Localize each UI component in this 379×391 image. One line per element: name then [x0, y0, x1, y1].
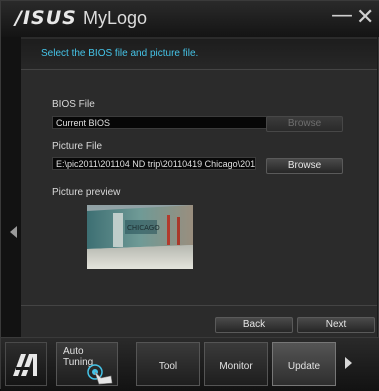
tool-tab-label: Tool [158, 361, 178, 372]
window-title: MyLogo [83, 8, 148, 28]
asus-logo: /ISUS [15, 7, 77, 29]
minimize-button[interactable]: — [331, 3, 353, 28]
left-arrow-icon[interactable] [10, 226, 17, 238]
ai-suite-logo-icon [13, 354, 37, 376]
monitor-tab-label: Monitor [219, 361, 253, 372]
update-tab-label: Update [287, 361, 321, 372]
close-button[interactable]: ✕ [356, 5, 374, 30]
bottom-nav-bar: Auto Tuning Tool Monitor Update [1, 337, 379, 391]
instruction-text: Select the BIOS file and picture file. [41, 48, 199, 59]
picture-preview-label: Picture preview [52, 187, 121, 198]
monitor-tab[interactable]: Monitor [204, 342, 268, 386]
picture-browse-button[interactable]: Browse [266, 158, 343, 174]
left-rail [1, 37, 21, 337]
touch-hand-icon [87, 364, 113, 385]
tool-tab[interactable]: Tool [136, 342, 200, 386]
preview-sign-text: CHICAGO [127, 224, 160, 232]
picture-file-field[interactable]: E:\pic2011\201104 ND trip\20110419 Chica… [52, 157, 256, 170]
mylogo-window: /ISUS MyLogo — ✕ Select the BIOS file an… [0, 0, 379, 391]
bios-file-label: BIOS File [52, 99, 95, 110]
picture-preview-image: CHICAGO [87, 205, 193, 269]
preview-photo: CHICAGO [87, 205, 193, 269]
ai-suite-logo[interactable] [5, 342, 47, 386]
divider [21, 305, 377, 306]
auto-tuning-button[interactable]: Auto Tuning [56, 342, 118, 386]
title-bar: /ISUS MyLogo — ✕ [1, 1, 379, 37]
next-button[interactable]: Next [297, 317, 375, 333]
instruction-banner: Select the BIOS file and picture file. [21, 39, 377, 70]
bios-file-field[interactable]: Current BIOS [52, 116, 274, 129]
bios-browse-button[interactable]: Browse [266, 116, 343, 132]
main-panel: Select the BIOS file and picture file. B… [21, 37, 377, 337]
update-tab[interactable]: Update [272, 342, 336, 386]
back-button[interactable]: Back [215, 317, 293, 333]
picture-file-label: Picture File [52, 141, 103, 152]
right-arrow-icon[interactable] [345, 357, 352, 369]
